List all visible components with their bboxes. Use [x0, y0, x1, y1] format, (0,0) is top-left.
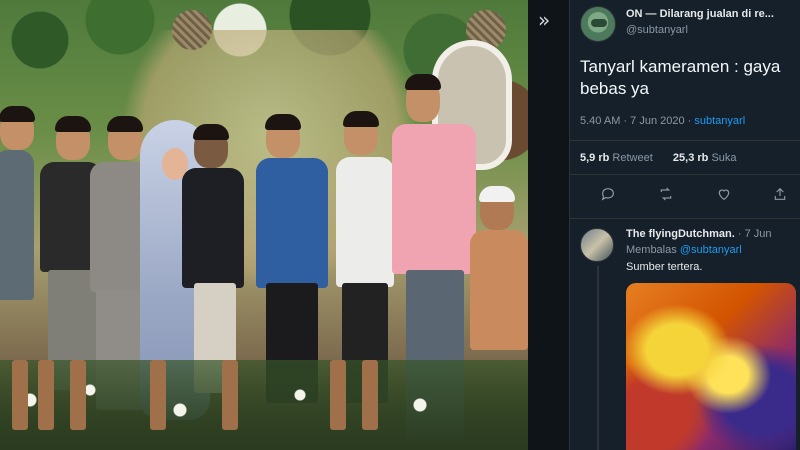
wedding-photo — [0, 0, 528, 450]
collapsed-sidebar: » — [528, 0, 570, 450]
reply-thermal-image[interactable] — [626, 283, 796, 450]
tweet-date[interactable]: 7 Jun 2020 — [630, 115, 684, 127]
tweet-source[interactable]: subtanyarl — [694, 115, 745, 127]
author-handle[interactable]: @subtanyarl — [626, 24, 688, 36]
tweet-panel: ON — Dilarang jualan di re... @subtanyar… — [570, 0, 800, 450]
replying-to-handle[interactable]: @subtanyarl — [680, 244, 742, 256]
likes-stat[interactable]: 25,3 rb Suka — [673, 152, 737, 164]
reply-text: Sumber tertera. — [626, 261, 703, 273]
reply-author[interactable]: The flyingDutchman. · 7 Jun — [626, 228, 771, 240]
meta-separator: · — [687, 115, 692, 127]
reply-bubble-icon[interactable] — [600, 186, 622, 208]
divider — [570, 218, 800, 219]
share-icon[interactable] — [772, 186, 794, 208]
author-display-name[interactable]: ON — Dilarang jualan di re... — [626, 8, 796, 20]
tweet-time: 5.40 AM — [580, 115, 621, 127]
retweet-icon[interactable] — [658, 186, 680, 208]
thread-line — [597, 266, 599, 450]
author-avatar[interactable] — [580, 6, 616, 42]
divider — [570, 174, 800, 175]
photo-fence-post — [70, 360, 86, 430]
photo-fence-post — [330, 360, 346, 430]
tweet-stats: 5,9 rb Retweet 25,3 rb Suka — [580, 152, 737, 164]
heart-icon[interactable] — [716, 186, 738, 208]
retweets-stat[interactable]: 5,9 rb Retweet — [580, 152, 653, 164]
meta-separator: · — [623, 115, 628, 127]
double-chevron-right-icon[interactable]: » — [538, 8, 550, 32]
tweet-actions — [570, 186, 800, 210]
replying-to: Membalas @subtanyarl — [626, 244, 742, 256]
reply-author-avatar[interactable] — [580, 228, 614, 262]
photo-fence-post — [362, 360, 378, 430]
photo-fence-post — [150, 360, 166, 430]
tweet-timestamp: 5.40 AM · 7 Jun 2020 · subtanyarl — [580, 115, 745, 127]
tweet-text: Tanyarl kameramen : gaya bebas ya — [580, 57, 781, 98]
photo-fence-post — [222, 360, 238, 430]
photo-fence-post — [12, 360, 28, 430]
photo-fence-post — [38, 360, 54, 430]
photo-lamp — [172, 10, 212, 50]
divider — [570, 140, 800, 141]
